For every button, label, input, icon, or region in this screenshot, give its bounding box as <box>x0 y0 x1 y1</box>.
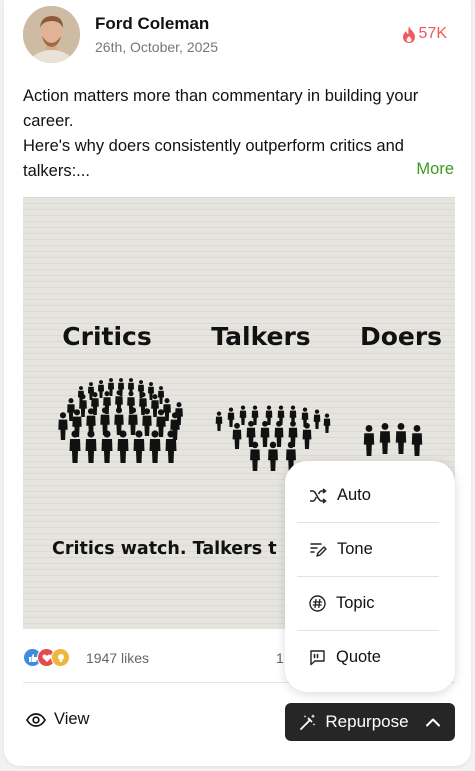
menu-item-label: Topic <box>336 594 375 612</box>
avatar[interactable] <box>23 6 80 63</box>
menu-item-auto[interactable]: Auto <box>297 469 439 522</box>
reactions[interactable] <box>23 648 70 667</box>
post-text-line: Here's why doers consistently outperform… <box>23 137 404 180</box>
repurpose-label: Repurpose <box>325 712 409 731</box>
repurpose-button[interactable]: Repurpose <box>285 703 455 741</box>
repurpose-dropdown-menu: Auto Tone Topic Quote <box>285 461 455 692</box>
chevron-up-icon <box>425 718 440 727</box>
author-name[interactable]: Ford Coleman <box>95 14 209 34</box>
heading-critics: Critics <box>62 322 151 351</box>
insight-reaction-icon <box>51 648 70 667</box>
post-date: 26th, October, 2025 <box>95 39 218 55</box>
view-label: View <box>54 710 90 728</box>
magic-wand-icon <box>300 714 316 730</box>
hot-badge: 57K <box>402 25 447 43</box>
hashtag-icon <box>309 595 326 612</box>
menu-item-label: Auto <box>337 486 371 504</box>
shuffle-icon <box>310 487 327 504</box>
menu-item-tone[interactable]: Tone <box>297 523 439 576</box>
flame-icon <box>402 25 415 43</box>
tone-icon <box>310 542 327 557</box>
menu-item-label: Quote <box>336 648 381 666</box>
likes-count[interactable]: 1947 likes <box>86 650 149 666</box>
menu-item-label: Tone <box>337 540 373 558</box>
menu-item-topic[interactable]: Topic <box>297 577 439 630</box>
eye-icon <box>26 712 46 727</box>
post-text: Action matters more than commentary in b… <box>23 84 433 184</box>
quote-icon <box>310 650 325 666</box>
post-text-line: Action matters more than commentary in b… <box>23 87 419 130</box>
more-link[interactable]: More <box>416 160 454 179</box>
image-caption: Critics watch. Talkers t <box>52 539 277 559</box>
menu-item-quote[interactable]: Quote <box>297 631 439 684</box>
heading-talkers: Talkers <box>211 322 310 351</box>
heading-doers: Doers <box>360 322 442 351</box>
post-card: Ford Coleman 26th, October, 2025 57K Act… <box>4 0 471 766</box>
view-button[interactable]: View <box>26 710 89 729</box>
comments-count[interactable]: 1 <box>276 650 284 666</box>
hot-count: 57K <box>418 25 447 42</box>
